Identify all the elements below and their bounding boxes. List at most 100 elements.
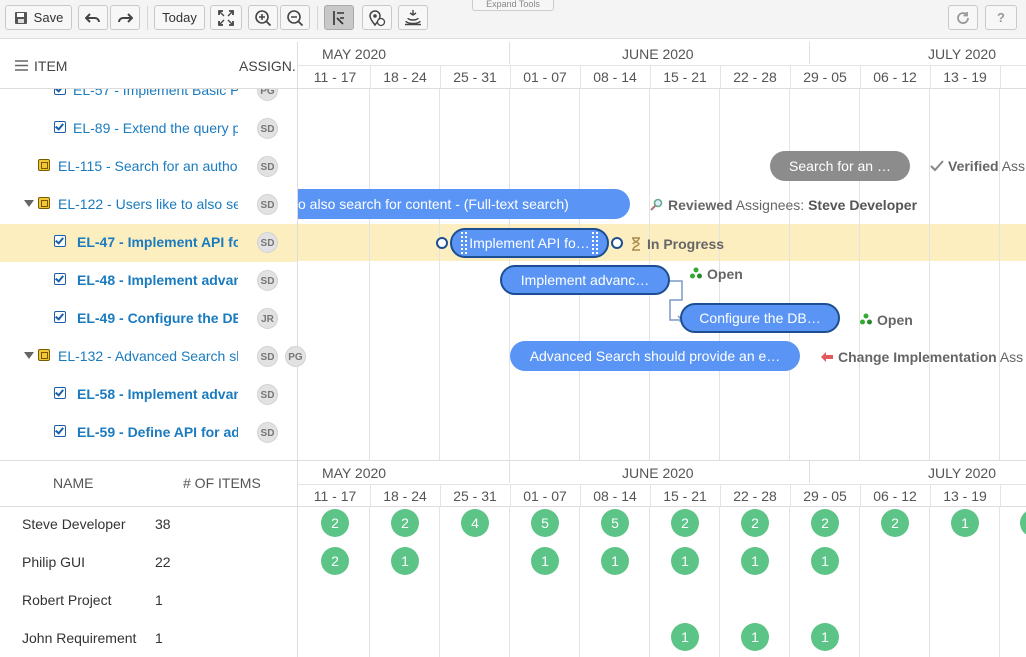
- expand-tools-tab[interactable]: Expand Tools: [472, 0, 554, 11]
- week-label: 13 - 19: [943, 69, 987, 85]
- zoom-out-button[interactable]: [280, 5, 310, 30]
- item-row[interactable]: EL-59 - Define API for ad SD: [0, 414, 297, 452]
- help-button[interactable]: ?: [985, 5, 1017, 30]
- avatar[interactable]: SD: [257, 156, 278, 177]
- load-bubble[interactable]: 5: [531, 509, 559, 537]
- item-row[interactable]: EL-122 - Users like to also se SD: [0, 186, 297, 224]
- collapse-toggle-icon[interactable]: [24, 200, 34, 207]
- menu-icon[interactable]: [15, 60, 28, 71]
- refresh-button[interactable]: [948, 5, 978, 30]
- load-bubble[interactable]: [1020, 509, 1026, 537]
- avatar[interactable]: PG: [285, 346, 306, 367]
- resource-row[interactable]: Robert Project 1: [0, 581, 297, 619]
- item-row[interactable]: EL-132 - Advanced Search sl SD PG: [0, 338, 306, 376]
- avatar[interactable]: SD: [257, 384, 278, 405]
- today-button[interactable]: Today: [154, 5, 205, 30]
- item-row[interactable]: EL-89 - Extend the query p SD: [0, 110, 297, 148]
- item-link[interactable]: EL-132 - Advanced Search sl: [58, 348, 238, 364]
- item-link[interactable]: EL-49 - Configure the DE: [77, 310, 238, 326]
- avatar[interactable]: SD: [257, 232, 278, 253]
- load-bubble[interactable]: 1: [601, 547, 629, 575]
- load-bubble[interactable]: 1: [671, 547, 699, 575]
- undo-icon: [85, 12, 100, 23]
- link-handle-start[interactable]: [436, 237, 448, 249]
- week-label: 11 - 17: [313, 69, 357, 85]
- story-icon: [38, 349, 50, 361]
- item-link[interactable]: EL-122 - Users like to also se: [58, 196, 238, 212]
- item-link[interactable]: EL-58 - Implement advan: [77, 386, 238, 402]
- load-bubble[interactable]: 1: [951, 509, 979, 537]
- name-column-label[interactable]: NAME: [53, 475, 93, 491]
- week-label: 13 - 19: [943, 488, 987, 504]
- load-bubble[interactable]: 1: [391, 547, 419, 575]
- gantt-bar-el132[interactable]: Advanced Search should provide an e…: [510, 341, 800, 371]
- avatar[interactable]: SD: [257, 422, 278, 443]
- resize-grip-right[interactable]: [592, 232, 598, 254]
- fullscreen-button[interactable]: [210, 5, 242, 30]
- status-el49: Open: [859, 312, 913, 328]
- item-link[interactable]: EL-115 - Search for an autho: [58, 158, 238, 174]
- load-bubble[interactable]: 1: [811, 547, 839, 575]
- open-status-icon: [690, 267, 702, 279]
- gantt-bar-el122[interactable]: o also search for content - (Full-text s…: [298, 189, 630, 219]
- item-link[interactable]: EL-48 - Implement advan: [77, 272, 238, 288]
- week-divider: [720, 485, 721, 506]
- load-bubble[interactable]: 1: [811, 623, 839, 651]
- collapse-toggle-icon[interactable]: [24, 352, 34, 359]
- resource-row[interactable]: Philip GUI 22: [0, 543, 297, 581]
- gantt-bar-el49[interactable]: Configure the DB…: [680, 303, 840, 333]
- item-row[interactable]: EL-49 - Configure the DE JR: [0, 300, 297, 338]
- avatar[interactable]: SD: [257, 270, 278, 291]
- avatar[interactable]: JR: [257, 308, 278, 329]
- item-column-label[interactable]: ITEM: [34, 58, 67, 74]
- load-bubble[interactable]: 2: [391, 509, 419, 537]
- milestone-button[interactable]: [362, 5, 392, 30]
- zoom-in-button[interactable]: [248, 5, 278, 30]
- save-button[interactable]: Save: [5, 5, 72, 30]
- avatar[interactable]: SD: [257, 118, 278, 139]
- item-row[interactable]: EL-48 - Implement advan SD: [0, 262, 297, 300]
- load-bubble[interactable]: 1: [531, 547, 559, 575]
- load-bubble[interactable]: 1: [741, 623, 769, 651]
- load-bubble[interactable]: 2: [321, 547, 349, 575]
- status-el47: In Progress: [629, 236, 724, 252]
- resource-row[interactable]: John Requirement 1: [0, 619, 297, 657]
- load-bubble[interactable]: 1: [671, 623, 699, 651]
- link-handle-end[interactable]: [611, 237, 623, 249]
- assignee-column-label[interactable]: ASSIGN.: [239, 58, 296, 74]
- week-grid-line: [579, 506, 580, 657]
- load-bubble[interactable]: 2: [811, 509, 839, 537]
- item-row[interactable]: EL-47 - Implement API fo SD: [0, 224, 297, 262]
- week-grid-line: [859, 89, 860, 460]
- item-link[interactable]: EL-89 - Extend the query p: [73, 120, 238, 136]
- resource-row[interactable]: Steve Developer 38: [0, 505, 297, 543]
- load-bubble[interactable]: 2: [741, 509, 769, 537]
- item-row[interactable]: EL-58 - Implement advan SD: [0, 376, 297, 414]
- item-link[interactable]: EL-47 - Implement API fo: [77, 234, 238, 250]
- month-label: JUNE 2020: [622, 465, 694, 481]
- week-divider: [440, 485, 441, 506]
- load-bubble[interactable]: 2: [881, 509, 909, 537]
- baseline-button[interactable]: [398, 5, 428, 30]
- avatar[interactable]: SD: [257, 194, 278, 215]
- load-bubble[interactable]: 2: [321, 509, 349, 537]
- week-divider: [510, 66, 511, 88]
- gantt-bar-el115[interactable]: Search for an …: [770, 151, 910, 181]
- load-bubble[interactable]: 5: [601, 509, 629, 537]
- load-bubble[interactable]: 4: [461, 509, 489, 537]
- item-link[interactable]: EL-59 - Define API for ad: [77, 424, 238, 440]
- load-bubble[interactable]: 1: [741, 547, 769, 575]
- count-column-label[interactable]: # OF ITEMS: [183, 475, 261, 491]
- load-bubble[interactable]: 2: [671, 509, 699, 537]
- avatar[interactable]: SD: [257, 346, 278, 367]
- zoom-in-icon: [255, 9, 272, 26]
- gantt-bar-el47[interactable]: Implement API fo…: [450, 228, 609, 258]
- week-label: 20: [1000, 488, 1026, 504]
- item-row[interactable]: EL-115 - Search for an autho SD: [0, 148, 297, 186]
- critical-path-button[interactable]: [324, 5, 354, 30]
- gantt-bar-el48[interactable]: Implement advanc…: [500, 265, 670, 295]
- redo-button[interactable]: [110, 5, 140, 30]
- undo-button[interactable]: [78, 5, 108, 30]
- resize-grip-left[interactable]: [461, 232, 467, 254]
- task-icon: [54, 425, 66, 437]
